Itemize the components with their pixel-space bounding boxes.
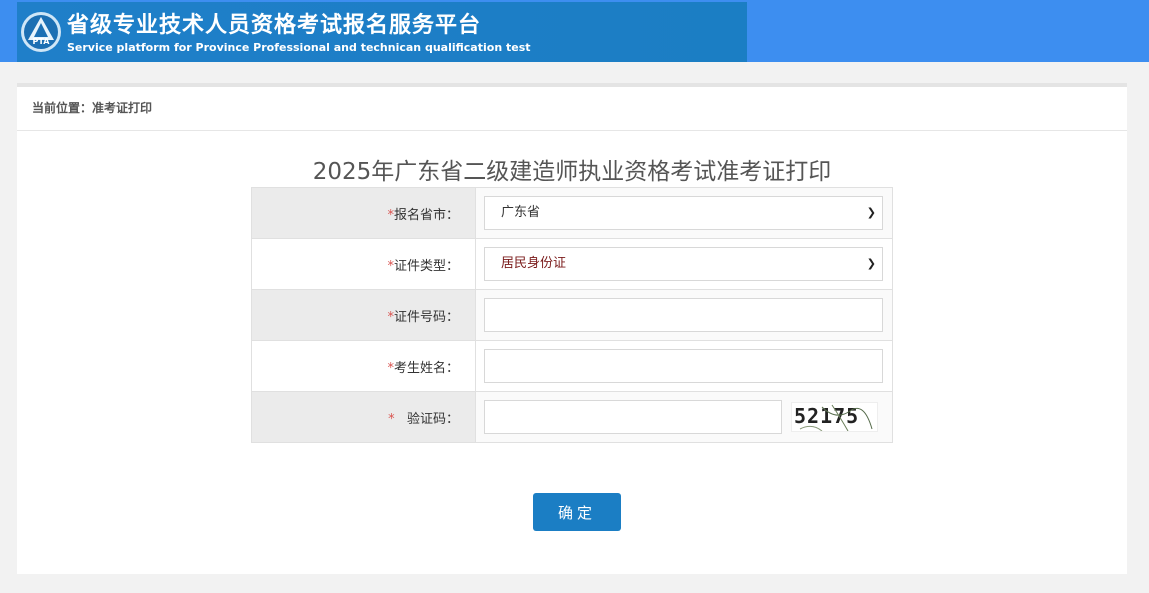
province-select[interactable]: 广东省 ❯	[484, 196, 883, 230]
page-title: 2025年广东省二级建造师执业资格考试准考证打印	[312, 159, 832, 185]
id-type-label: *证件类型：	[251, 238, 476, 290]
form-row-captcha: * 验证码： 52175	[251, 391, 893, 443]
site-header: PTA 省级专业技术人员资格考试报名服务平台 Service platform …	[0, 0, 1149, 62]
site-title: 省级专业技术人员资格考试报名服务平台	[67, 13, 482, 38]
id-type-label-text: 证件类型：	[393, 258, 459, 274]
name-label: *考生姓名：	[251, 340, 476, 392]
province-select-value: 广东省	[501, 205, 541, 220]
admission-form: *报名省市： 广东省 ❯ *证件类型： 居民身份证 ❯ *证件号码： *考生姓名…	[251, 187, 893, 443]
id-number-input[interactable]	[484, 298, 883, 332]
form-row-id-number: *证件号码：	[251, 289, 893, 341]
breadcrumb: 当前位置：准考证打印	[17, 87, 1127, 131]
captcha-label: * 验证码：	[251, 391, 476, 443]
form-row-province: *报名省市： 广东省 ❯	[251, 187, 893, 239]
name-label-text: 考生姓名：	[393, 360, 459, 376]
form-row-name: *考生姓名：	[251, 340, 893, 392]
captcha-image[interactable]: 52175	[791, 402, 878, 432]
pta-logo-icon: PTA	[21, 12, 61, 52]
submit-button[interactable]: 确定	[533, 493, 621, 531]
id-number-label: *证件号码：	[251, 289, 476, 341]
id-type-select[interactable]: 居民身份证 ❯	[484, 247, 883, 281]
province-label: *报名省市：	[251, 187, 476, 239]
site-banner: PTA 省级专业技术人员资格考试报名服务平台 Service platform …	[17, 2, 747, 62]
chevron-down-icon: ❯	[866, 257, 876, 270]
province-label-text: 报名省市：	[393, 207, 459, 223]
id-type-select-value: 居民身份证	[501, 256, 567, 271]
main-panel: 当前位置：准考证打印 2025年广东省二级建造师执业资格考试准考证打印 *报名省…	[17, 83, 1127, 574]
logo-text: PTA	[33, 37, 51, 46]
id-number-label-text: 证件号码：	[393, 309, 459, 325]
chevron-down-icon: ❯	[866, 206, 876, 219]
captcha-noise	[799, 404, 873, 431]
name-input[interactable]	[484, 349, 883, 383]
captcha-input[interactable]	[484, 400, 782, 434]
form-row-id-type: *证件类型： 居民身份证 ❯	[251, 238, 893, 290]
site-subtitle: Service platform for Province Profession…	[67, 41, 531, 54]
required-mark: *	[388, 411, 395, 427]
captcha-label-text: 验证码：	[406, 411, 459, 427]
